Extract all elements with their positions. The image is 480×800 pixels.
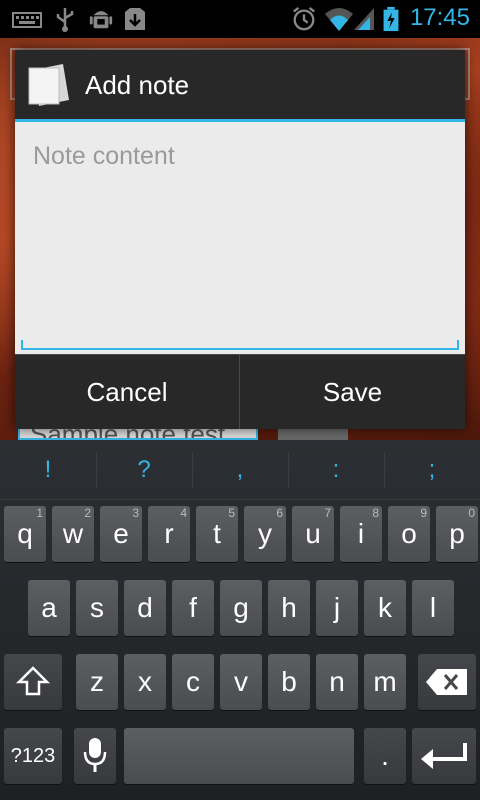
status-time: 17:45 [409,4,470,31]
key-v[interactable]: v [220,654,262,710]
suggestion-item[interactable]: , [192,440,288,500]
key-t[interactable]: 5t [196,506,238,562]
key-a[interactable]: a [28,580,70,636]
key-label: e [113,518,129,549]
shift-key[interactable] [4,654,62,710]
symbols-key[interactable]: ?123 [4,728,62,784]
wifi-icon [325,8,353,31]
input-underline-right [457,340,459,348]
key-label: o [401,518,417,549]
input-underline-left [21,340,23,348]
shift-icon [15,666,51,696]
key-c[interactable]: c [172,654,214,710]
add-note-dialog: Add note Cancel Save [15,50,465,429]
microphone-key[interactable] [74,728,116,784]
key-p[interactable]: 0p [436,506,478,562]
key-label: t [213,518,221,549]
key-hint: 1 [36,506,43,520]
key-label: u [305,518,321,549]
cancel-button[interactable]: Cancel [15,355,240,429]
key-label: y [258,518,272,549]
key-hint: 2 [84,506,91,520]
key-s[interactable]: s [76,580,118,636]
key-k[interactable]: k [364,580,406,636]
key-w[interactable]: 2w [52,506,94,562]
key-x[interactable]: x [124,654,166,710]
key-label: r [164,518,174,549]
key-o[interactable]: 9o [388,506,430,562]
key-hint: 7 [324,506,331,520]
key-i[interactable]: 8i [340,506,382,562]
period-key[interactable]: . [364,728,406,784]
key-hint: 5 [228,506,235,520]
key-label: q [17,518,33,549]
android-debug-icon [89,11,113,29]
key-e[interactable]: 3e [100,506,142,562]
dialog-button-bar: Cancel Save [15,354,465,429]
key-j[interactable]: j [316,580,358,636]
backspace-icon [426,669,467,695]
key-h[interactable]: h [268,580,310,636]
key-r[interactable]: 4r [148,506,190,562]
key-y[interactable]: 6y [244,506,286,562]
key-hint: 0 [468,506,475,520]
suggestion-item[interactable]: ? [96,440,192,500]
download-icon [125,8,145,30]
key-label: w [62,518,84,549]
status-bar: 17:45 [0,0,480,38]
key-hint: 6 [276,506,283,520]
alarm-icon [293,6,315,31]
microphone-icon [83,738,107,772]
key-hint: 3 [132,506,139,520]
key-m[interactable]: m [364,654,406,710]
battery-charging-icon [383,6,399,32]
suggestion-item[interactable]: : [288,440,384,500]
enter-icon [421,743,467,769]
save-button[interactable]: Save [240,355,465,429]
key-hint: 8 [372,506,379,520]
dialog-title: Add note [85,70,190,100]
soft-keyboard: ! ? , : ; 1q 2w 3e 4r 5t 6y 7u 8i 9o 0p … [0,440,480,800]
key-d[interactable]: d [124,580,166,636]
key-hint: 9 [420,506,427,520]
note-content-input[interactable] [21,130,459,350]
suggestion-item[interactable]: ; [384,440,480,500]
key-u[interactable]: 7u [292,506,334,562]
note-icon [28,64,69,106]
signal-icon [354,8,374,30]
keyboard-icon [12,12,42,28]
key-label: p [449,518,465,549]
suggestion-item[interactable]: ! [0,440,96,500]
key-b[interactable]: b [268,654,310,710]
backspace-key[interactable] [418,654,476,710]
usb-icon [56,8,74,32]
space-key[interactable] [124,728,354,784]
key-n[interactable]: n [316,654,358,710]
key-hint: 4 [180,506,187,520]
key-g[interactable]: g [220,580,262,636]
dialog-body [15,122,465,354]
key-f[interactable]: f [172,580,214,636]
suggestion-strip: ! ? , : ; [0,440,480,500]
key-label: i [357,518,365,549]
dialog-header: Add note [15,50,465,122]
key-z[interactable]: z [76,654,118,710]
enter-key[interactable] [412,728,476,784]
key-q[interactable]: 1q [4,506,46,562]
key-l[interactable]: l [412,580,454,636]
